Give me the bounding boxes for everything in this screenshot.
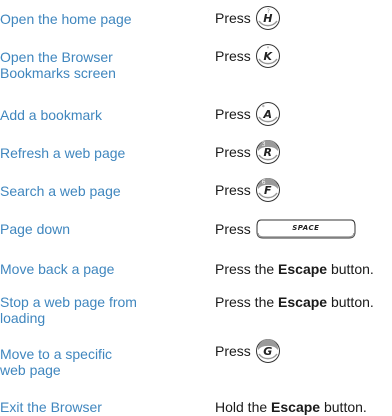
press-text: Press bbox=[215, 10, 251, 26]
shortcut-label: Stop a web page from loading bbox=[0, 294, 137, 326]
shortcut-action: Press the Escape button. bbox=[215, 261, 374, 277]
shortcut-action: Press the Escape button. bbox=[215, 294, 374, 310]
shortcut-action: Press K " bbox=[215, 43, 392, 69]
press-text: Press bbox=[215, 106, 251, 122]
shortcut-label: Refresh a web page bbox=[0, 145, 126, 161]
space-key-icon: SPACE bbox=[255, 218, 357, 240]
shortcut-label: Add a bookmark bbox=[0, 107, 102, 123]
shortcut-label: Exit the Browser bbox=[0, 399, 102, 415]
f-key-icon: F6 bbox=[255, 177, 281, 203]
press-text: Press bbox=[215, 343, 251, 359]
a-key-icon: A * bbox=[255, 101, 281, 127]
press-text: Press bbox=[215, 182, 251, 198]
escape-key-name: Escape bbox=[278, 294, 328, 310]
shortcut-label: Move back a page bbox=[0, 261, 115, 277]
shortcut-label: Open the Browser Bookmarks screen bbox=[0, 49, 116, 81]
shortcut-action: Press F6 bbox=[215, 177, 392, 203]
shortcut-action: Press A * bbox=[215, 101, 392, 127]
k-key-icon: K " bbox=[255, 43, 281, 69]
browser-shortcuts-table: Open the home page Press H? Open the Bro… bbox=[0, 0, 392, 416]
g-key-icon: G bbox=[255, 338, 281, 364]
escape-key-name: Escape bbox=[271, 399, 321, 415]
h-key-icon: H? bbox=[255, 5, 281, 31]
shortcut-label: Search a web page bbox=[0, 183, 121, 199]
shortcut-action: Press R3 bbox=[215, 139, 392, 165]
r-key-icon: R3 bbox=[255, 139, 281, 165]
press-text: Press bbox=[215, 144, 251, 160]
shortcut-label: Open the home page bbox=[0, 11, 132, 27]
shortcut-action: Press SPACE bbox=[215, 218, 392, 240]
press-text: Press bbox=[215, 221, 251, 237]
shortcut-action: Press G bbox=[215, 338, 392, 364]
escape-key-name: Escape bbox=[278, 261, 328, 277]
press-text: Press bbox=[215, 48, 251, 64]
shortcut-action: Press H? bbox=[215, 5, 392, 31]
shortcut-action: Hold the Escape button. bbox=[215, 399, 367, 415]
shortcut-label: Page down bbox=[0, 221, 71, 237]
shortcut-label: Move to a specific web page bbox=[0, 346, 113, 378]
